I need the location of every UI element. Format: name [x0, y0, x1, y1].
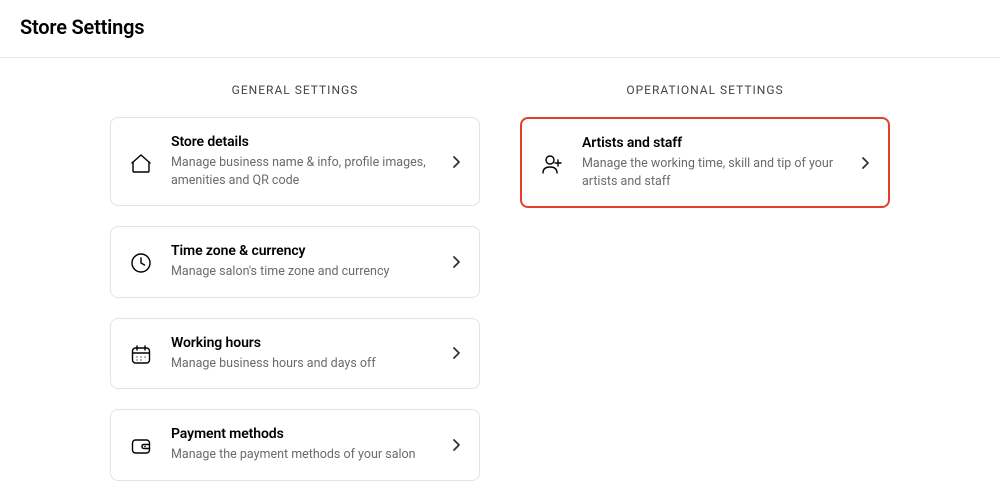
card-body: Artists and staff Manage the working tim…	[582, 135, 842, 190]
clock-icon	[127, 248, 155, 275]
home-icon	[127, 148, 155, 175]
chevron-right-icon	[449, 155, 463, 169]
general-settings-heading: GENERAL SETTINGS	[232, 83, 359, 97]
card-title: Store details	[171, 134, 433, 150]
chevron-right-icon	[449, 255, 463, 269]
operational-settings-column: OPERATIONAL SETTINGS Artists and staff M…	[520, 83, 890, 501]
card-desc: Manage the payment methods of your salon	[171, 446, 433, 464]
card-body: Payment methods Manage the payment metho…	[171, 426, 433, 464]
card-body: Store details Manage business name & inf…	[171, 134, 433, 189]
chevron-right-icon	[449, 346, 463, 360]
card-body: Working hours Manage business hours and …	[171, 335, 433, 373]
page-title: Store Settings	[0, 0, 1000, 58]
card-store-details[interactable]: Store details Manage business name & inf…	[110, 117, 480, 206]
card-title: Working hours	[171, 335, 433, 351]
card-title: Artists and staff	[582, 135, 842, 151]
card-desc: Manage salon's time zone and currency	[171, 263, 433, 281]
person-add-icon	[538, 149, 566, 176]
operational-settings-heading: OPERATIONAL SETTINGS	[626, 83, 783, 97]
card-desc: Manage the working time, skill and tip o…	[582, 155, 842, 190]
card-timezone-currency[interactable]: Time zone & currency Manage salon's time…	[110, 226, 480, 298]
card-desc: Manage business hours and days off	[171, 355, 433, 373]
general-settings-column: GENERAL SETTINGS Store details Manage bu…	[110, 83, 480, 501]
card-body: Time zone & currency Manage salon's time…	[171, 243, 433, 281]
calendar-icon	[127, 340, 155, 367]
chevron-right-icon	[449, 438, 463, 452]
settings-content: GENERAL SETTINGS Store details Manage bu…	[0, 58, 1000, 501]
wallet-icon	[127, 431, 155, 458]
card-desc: Manage business name & info, profile ima…	[171, 154, 433, 189]
card-working-hours[interactable]: Working hours Manage business hours and …	[110, 318, 480, 390]
card-title: Payment methods	[171, 426, 433, 442]
card-artists-staff[interactable]: Artists and staff Manage the working tim…	[520, 117, 890, 208]
card-title: Time zone & currency	[171, 243, 433, 259]
card-payment-methods[interactable]: Payment methods Manage the payment metho…	[110, 409, 480, 481]
chevron-right-icon	[858, 156, 872, 170]
